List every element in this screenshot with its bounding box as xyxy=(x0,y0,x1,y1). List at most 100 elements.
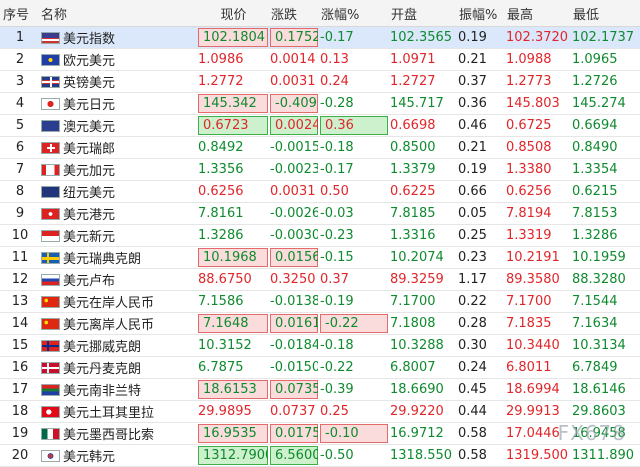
row-index: 9 xyxy=(15,206,25,221)
table-row[interactable]: 10 美元新元 1.3286 -0.0030 -0.23 1.3316 0.25 1.3319… xyxy=(0,225,640,247)
table-row[interactable]: 6 美元瑞郎 0.8492 -0.0015 -0.18 0.8500 0.21 0.8508 0… xyxy=(0,137,640,159)
open-price: 6.8007 xyxy=(390,360,436,375)
pair-name-label: 美元指数 xyxy=(63,32,116,47)
low-price: 29.8603 xyxy=(572,404,626,419)
amplitude: 0.25 xyxy=(458,228,487,243)
table-row[interactable]: 18 美元土耳其里拉 29.9895 0.0737 0.25 29.9220 0.44 29.… xyxy=(0,401,640,423)
table-row[interactable]: 13 美元在岸人民币 7.1586 -0.0138 -0.19 7.1700 0.22 7.1… xyxy=(0,291,640,313)
table-row[interactable]: 19 美元墨西哥比索 16.9535 0.0175 -0.10 16.9712 0.58 17… xyxy=(0,423,640,445)
header-open[interactable]: 开盘 xyxy=(388,0,456,27)
open-price: 1318.550 xyxy=(390,448,453,463)
table-row[interactable]: 5 澳元美元 0.6723 0.0024 0.36 0.6698 0.46 0.6725 0.6… xyxy=(0,115,640,137)
header-high[interactable]: 最高 xyxy=(504,0,570,27)
table-row[interactable]: 9 美元港元 7.8161 -0.0026 -0.03 7.8185 0.05 7.8194 7… xyxy=(0,203,640,225)
current-price: 1312.7900 xyxy=(196,445,268,467)
low-price: 7.8153 xyxy=(572,206,618,221)
current-price-highlight: 0.6723 xyxy=(198,116,268,135)
open-price: 0.6225 xyxy=(390,184,436,199)
change-percent-highlight: -0.22 xyxy=(320,314,388,333)
current-price: 29.9895 xyxy=(198,404,252,419)
price-change-highlight: 0.0156 xyxy=(270,248,318,267)
open-price: 29.9220 xyxy=(390,404,444,419)
amplitude: 0.21 xyxy=(458,52,487,67)
pair-name-label: 欧元美元 xyxy=(63,54,116,69)
price-change: 0.0175 xyxy=(268,423,318,445)
price-change-highlight: 0.0175 xyxy=(270,424,318,443)
price-change: 0.0024 xyxy=(268,115,318,137)
table-row[interactable]: 20 美元韩元 1312.7900 6.5600 -0.50 1318.550 0.58 13… xyxy=(0,445,640,467)
flag-hk-icon xyxy=(41,208,60,220)
open-price: 1.2727 xyxy=(390,74,436,89)
header-low[interactable]: 最低 xyxy=(570,0,640,27)
table-row[interactable]: 11 美元瑞典克朗 10.1968 0.0156 -0.15 10.2074 0.23 10.… xyxy=(0,247,640,269)
amplitude: 1.17 xyxy=(458,272,487,287)
price-change: 0.3250 xyxy=(270,272,316,287)
amplitude: 0.44 xyxy=(458,404,487,419)
header-amplitude[interactable]: 振幅% xyxy=(456,0,504,27)
flag-us-icon xyxy=(41,32,60,44)
flag-ch-icon xyxy=(41,142,60,154)
pair-name: 美元日元 xyxy=(38,93,196,115)
current-price-highlight: 145.342 xyxy=(198,94,268,113)
high-price: 1.0988 xyxy=(506,52,552,67)
price-change: -0.0026 xyxy=(270,206,318,221)
pair-name: 美元土耳其里拉 xyxy=(38,401,196,423)
row-index: 10 xyxy=(11,228,29,243)
table-row[interactable]: 7 美元加元 1.3356 -0.0023 -0.17 1.3379 0.19 1.3380 1… xyxy=(0,159,640,181)
flag-gb-icon xyxy=(41,76,60,88)
change-percent: -0.19 xyxy=(320,294,354,309)
price-change: -0.0150 xyxy=(270,360,318,375)
price-change: -0.409 xyxy=(268,93,318,115)
header-change-pct[interactable]: 涨幅% xyxy=(318,0,388,27)
current-price: 10.3152 xyxy=(198,338,252,353)
price-change-highlight: 0.0735 xyxy=(270,380,318,399)
current-price-highlight: 18.6153 xyxy=(198,380,268,399)
high-price: 1.3319 xyxy=(506,228,552,243)
header-name[interactable]: 名称 xyxy=(38,0,196,27)
pair-name-label: 英镑美元 xyxy=(63,76,116,91)
current-price: 18.6153 xyxy=(196,379,268,401)
table-row[interactable]: 17 美元南非兰特 18.6153 0.0735 -0.39 18.6690 0.45 18.… xyxy=(0,379,640,401)
pair-name: 美元挪威克朗 xyxy=(38,335,196,357)
row-index: 14 xyxy=(11,316,29,331)
pair-name: 澳元美元 xyxy=(38,115,196,137)
table-row[interactable]: 15 美元挪威克朗 10.3152 -0.0184 -0.18 10.3288 0.30 10… xyxy=(0,335,640,357)
amplitude: 0.19 xyxy=(458,162,487,177)
low-price: 10.3134 xyxy=(572,338,626,353)
pair-name: 美元卢布 xyxy=(38,269,196,291)
open-price: 7.1700 xyxy=(390,294,436,309)
low-price: 1311.890 xyxy=(572,448,635,463)
flag-sg-icon xyxy=(41,230,60,242)
table-row[interactable]: 1 美元指数 102.1804 0.1752 -0.17 102.3565 0.19 102.… xyxy=(0,26,640,49)
high-price: 1.2773 xyxy=(506,74,552,89)
open-price: 7.1808 xyxy=(390,316,436,331)
price-change-highlight: 6.5600 xyxy=(270,446,318,465)
low-price: 7.1634 xyxy=(572,316,618,331)
price-change: 6.5600 xyxy=(268,445,318,467)
header-index[interactable]: 序号 xyxy=(0,0,38,27)
table-row[interactable]: 14 美元离岸人民币 7.1648 0.0161 -0.22 7.1808 0.28 7.18… xyxy=(0,313,640,335)
change-percent: -0.50 xyxy=(320,448,354,463)
current-price: 145.342 xyxy=(196,93,268,115)
table-row[interactable]: 4 美元日元 145.342 -0.409 -0.28 145.717 0.36 145.80… xyxy=(0,93,640,115)
header-change[interactable]: 涨跌 xyxy=(268,0,318,27)
table-row[interactable]: 2 欧元美元 1.0986 0.0014 0.13 1.0971 0.21 1.0988 1.0… xyxy=(0,49,640,71)
pair-name: 美元新元 xyxy=(38,225,196,247)
table-row[interactable]: 12 美元卢布 88.6750 0.3250 0.37 89.3259 1.17 89.358… xyxy=(0,269,640,291)
flag-ca-icon xyxy=(41,164,60,176)
amplitude: 0.37 xyxy=(458,74,487,89)
change-percent: -0.17 xyxy=(320,30,354,45)
header-price[interactable]: 现价 xyxy=(196,0,268,27)
table-row[interactable]: 3 英镑美元 1.2772 0.0031 0.24 1.2727 0.37 1.2773 1.2… xyxy=(0,71,640,93)
current-price-highlight: 7.1648 xyxy=(198,314,268,333)
pair-name: 美元瑞典克朗 xyxy=(38,247,196,269)
table-row[interactable]: 8 纽元美元 0.6256 0.0031 0.50 0.6225 0.66 0.6256 0.6… xyxy=(0,181,640,203)
amplitude: 0.45 xyxy=(458,382,487,397)
open-price: 145.717 xyxy=(390,96,444,111)
low-price: 1.0965 xyxy=(572,52,618,67)
current-price: 6.7875 xyxy=(198,360,244,375)
change-percent: -0.15 xyxy=(320,250,354,265)
table-row[interactable]: 16 美元丹麦克朗 6.7875 -0.0150 -0.22 6.8007 0.24 6.80… xyxy=(0,357,640,379)
high-price: 1319.500 xyxy=(506,448,569,463)
current-price-highlight: 1312.7900 xyxy=(198,446,268,465)
